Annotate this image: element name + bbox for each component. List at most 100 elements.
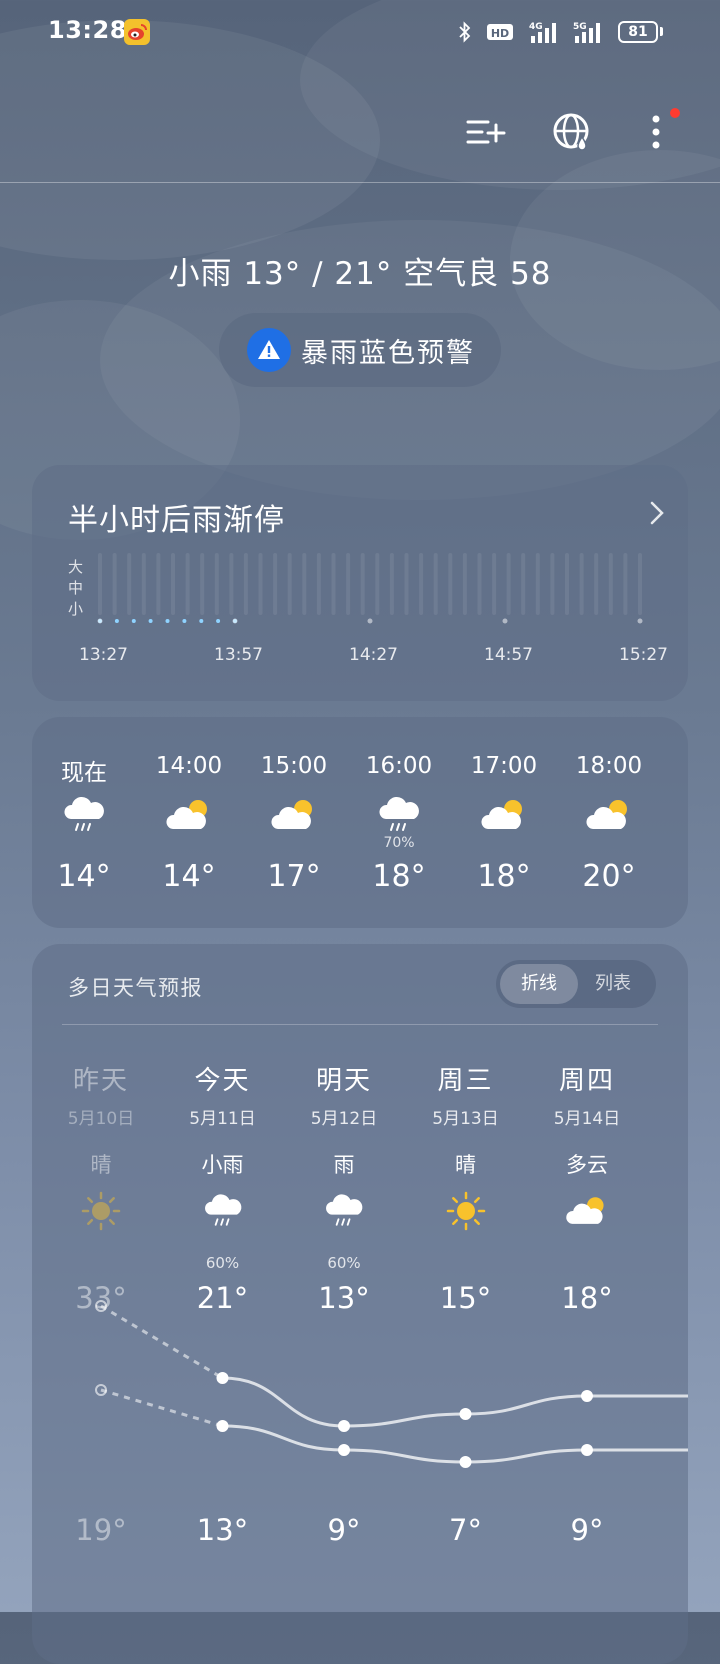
rain-intensity-dot bbox=[165, 619, 170, 623]
rain-minute-bar bbox=[608, 553, 613, 615]
rain-minute-bar bbox=[477, 553, 482, 615]
rain-forecast-card[interactable]: 半小时后雨渐停 大 中 小 13:27 13:57 14:27 14:57 15:27 bbox=[32, 465, 688, 701]
day-date: 5月14日 bbox=[553, 1109, 621, 1129]
rain-tick-label: 14:27 bbox=[349, 645, 398, 665]
rain-minute-bar bbox=[375, 553, 380, 615]
high-temp-past-line bbox=[100, 1304, 224, 1380]
rain-tick-label: 13:57 bbox=[214, 645, 263, 665]
chevron-right-icon[interactable] bbox=[650, 501, 664, 529]
globe-button[interactable] bbox=[550, 110, 594, 154]
day-name: 今天 bbox=[194, 1066, 251, 1096]
sun-icon bbox=[443, 1190, 489, 1232]
rain-minute-bar bbox=[389, 553, 394, 615]
rain-minute-bar bbox=[550, 553, 555, 615]
rain-tick-marker bbox=[232, 618, 238, 624]
day-high-temp: 21° bbox=[196, 1281, 249, 1315]
hourly-temp: 17° bbox=[267, 859, 321, 894]
hourly-temp: 14° bbox=[162, 859, 216, 894]
rain-minute-bar bbox=[214, 553, 219, 615]
day-low-temp: 19° bbox=[75, 1513, 127, 1547]
rain-cloud-icon bbox=[200, 1190, 246, 1232]
bluetooth-icon bbox=[459, 21, 471, 43]
low-temp-point bbox=[338, 1444, 350, 1456]
day-date: 5月12日 bbox=[310, 1109, 378, 1129]
day-low-temp: 9° bbox=[570, 1513, 604, 1547]
rain-minute-bar bbox=[419, 553, 424, 615]
rain-intensity-dot bbox=[148, 619, 153, 623]
rain-minute-bar bbox=[623, 553, 628, 615]
hourly-temp: 20° bbox=[582, 859, 636, 894]
day-condition: 晴 bbox=[90, 1153, 112, 1177]
weather-alert-button[interactable]: 暴雨蓝色预警 bbox=[219, 313, 501, 387]
hourly-temp: 18° bbox=[372, 859, 426, 894]
day-condition: 雨 bbox=[333, 1153, 355, 1177]
rain-forecast-title: 半小时后雨渐停 bbox=[68, 503, 285, 538]
battery-indicator: 81 bbox=[618, 21, 658, 43]
rain-minute-bar bbox=[404, 553, 409, 615]
hd-voice-icon: HD bbox=[487, 24, 513, 40]
high-temp-point bbox=[581, 1390, 593, 1402]
status-time: 13:28 bbox=[48, 16, 127, 44]
rain-tick-marker bbox=[637, 618, 643, 624]
rain-minute-bar bbox=[594, 553, 599, 615]
daily-forecast-card: 多日天气预报 折线 列表 昨天 5月10日晴 33° 19° 今天 5月11日 小雨 60% 2… bbox=[32, 944, 688, 1664]
globe-icon bbox=[553, 113, 589, 151]
rain-minute-bar bbox=[448, 553, 453, 615]
partly-cloudy-icon bbox=[584, 795, 634, 835]
alert-warning-icon bbox=[247, 328, 291, 372]
day-precip-prob: 60% bbox=[327, 1254, 361, 1272]
city-manage-button[interactable] bbox=[464, 110, 508, 154]
low-temp-past-line bbox=[100, 1388, 223, 1428]
rain-minute-bar bbox=[112, 553, 117, 615]
header-divider bbox=[0, 182, 720, 183]
day-date: 5月13日 bbox=[432, 1109, 499, 1129]
network-4g-text: 4G bbox=[529, 22, 543, 32]
low-temp-point bbox=[459, 1456, 472, 1468]
day-high-temp: 33° bbox=[75, 1281, 127, 1315]
more-vertical-icon bbox=[652, 115, 660, 149]
rain-level-heavy: 大 bbox=[68, 558, 84, 576]
day-date: 5月11日 bbox=[189, 1109, 256, 1129]
signal-4g-icon: 4G bbox=[529, 22, 556, 43]
rain-minute-bar bbox=[462, 553, 467, 615]
day-low-temp: 9° bbox=[327, 1513, 361, 1547]
rain-minute-bar bbox=[521, 553, 526, 615]
high-temp-line bbox=[222, 1376, 688, 1428]
day-name: 周四 bbox=[558, 1066, 615, 1096]
rain-minute-bar bbox=[273, 553, 278, 615]
weibo-notification-icon bbox=[124, 19, 150, 45]
rain-minute-bar bbox=[302, 553, 307, 615]
rain-minute-bar bbox=[127, 553, 132, 615]
rain-minute-bar bbox=[156, 553, 161, 615]
day-low-temp: 13° bbox=[196, 1513, 249, 1547]
rain-minute-bar bbox=[171, 553, 175, 615]
hourly-time: 现在 bbox=[61, 760, 107, 786]
rain-minute-bar bbox=[258, 553, 263, 615]
rain-minute-bar bbox=[638, 553, 642, 615]
rain-minute-bar bbox=[506, 553, 511, 615]
hourly-temp: 18° bbox=[477, 859, 531, 894]
hd-badge-text: HD bbox=[491, 27, 509, 40]
battery-tip bbox=[660, 27, 663, 36]
rain-tick-marker bbox=[502, 618, 508, 624]
hourly-time: 15:00 bbox=[260, 753, 328, 779]
status-bar: 13:28 HD 4G 5G 81 bbox=[0, 0, 720, 64]
rain-tick-label: 13:27 bbox=[79, 645, 128, 665]
list-add-icon bbox=[466, 120, 506, 144]
day-low-temp: 7° bbox=[449, 1513, 482, 1547]
rain-intensity-dot bbox=[216, 619, 221, 623]
rain-tick-label: 14:57 bbox=[484, 645, 533, 665]
rain-minute-bar bbox=[535, 553, 540, 615]
signal-5g-icon: 5G bbox=[573, 22, 600, 43]
rain-tick-marker bbox=[367, 618, 373, 624]
rain-intensity-dot bbox=[182, 619, 187, 623]
rain-minute-bar bbox=[287, 553, 292, 615]
rain-cloud-icon bbox=[59, 795, 109, 835]
day-name: 明天 bbox=[315, 1066, 372, 1096]
rain-cloud-icon bbox=[321, 1190, 367, 1232]
rain-minute-bar bbox=[433, 553, 438, 615]
hourly-temp: 14° bbox=[57, 859, 111, 894]
low-temp-point bbox=[581, 1444, 593, 1456]
rain-tick-marker bbox=[97, 618, 103, 624]
rain-minute-bar bbox=[243, 553, 248, 615]
